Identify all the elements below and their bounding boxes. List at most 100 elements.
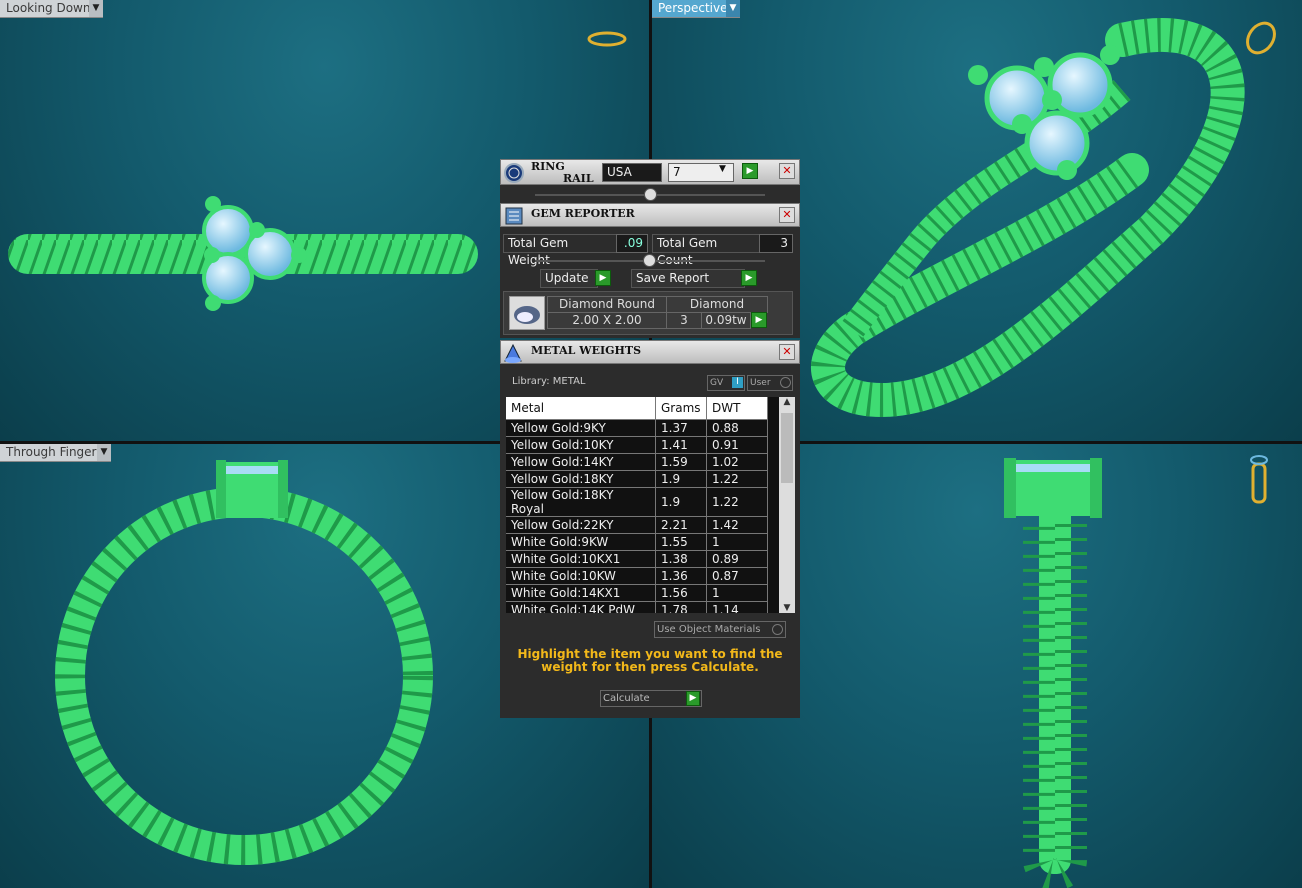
diamond-thumbnail	[509, 296, 545, 330]
total-gem-count-value: 3	[759, 234, 793, 253]
metal-name: Yellow Gold:18KY	[506, 470, 656, 488]
calculate-go-icon[interactable]: ▶	[686, 691, 700, 706]
gv-toggle-indicator: I	[732, 377, 743, 388]
calculate-hint: Highlight the item you want to find the …	[517, 647, 783, 674]
metal-dwt: 1.14	[706, 601, 768, 613]
close-icon[interactable]: ✕	[779, 163, 795, 179]
diamond-icon	[514, 306, 540, 324]
ring-size-value: 7	[673, 165, 681, 179]
metal-grams: 1.41	[655, 436, 707, 454]
metal-dwt: 1.22	[706, 470, 768, 488]
user-toggle-indicator	[780, 377, 791, 388]
user-toggle[interactable]: User	[747, 375, 793, 391]
viewport-label[interactable]: Looking Down	[0, 0, 98, 18]
scroll-up-icon[interactable]: ▲	[779, 397, 795, 407]
use-object-materials-label: Use Object Materials	[657, 624, 761, 635]
gem-reporter-icon	[505, 207, 523, 225]
table-row[interactable]: White Gold:10KW 1.36 0.87	[506, 567, 768, 585]
table-row[interactable]: Yellow Gold:18KY 1.9 1.22	[506, 470, 768, 488]
metal-table: Metal Grams DWT Yellow Gold:9KY 1.37 0.88 Y…	[506, 397, 768, 613]
metal-dwt: 0.91	[706, 436, 768, 454]
metal-name: Yellow Gold:10KY	[506, 436, 656, 454]
save-report-go-icon[interactable]: ▶	[741, 270, 757, 286]
gem-select-button[interactable]: ▶	[751, 312, 767, 328]
table-row[interactable]: White Gold:14K PdW 1.78 1.14	[506, 601, 768, 613]
total-gem-weight-label: Total Gem Weight	[503, 234, 617, 267]
table-row[interactable]: Yellow Gold:22KY 2.21 1.42	[506, 516, 768, 534]
user-label: User	[750, 378, 771, 388]
chevron-down-icon[interactable]: ▼	[719, 164, 726, 174]
save-report-label: Save Report	[636, 271, 710, 285]
metal-table-scrollbar[interactable]: ▲ ▼	[779, 397, 795, 613]
use-object-materials-toggle[interactable]: Use Object Materials	[654, 621, 786, 638]
update-button[interactable]: Update	[540, 269, 598, 288]
library-label: Library: METAL	[512, 376, 586, 387]
viewport-label[interactable]: Through Finger	[0, 444, 104, 462]
use-object-materials-indicator	[772, 624, 783, 635]
metal-name: White Gold:10KX1	[506, 550, 656, 568]
size-system-field[interactable]: USA	[602, 163, 662, 182]
scroll-thumb[interactable]	[781, 413, 793, 483]
table-row[interactable]: Yellow Gold:10KY 1.41 0.91	[506, 436, 768, 454]
scroll-down-icon[interactable]: ▼	[779, 603, 795, 613]
metal-name: White Gold:9KW	[506, 533, 656, 551]
table-row[interactable]: White Gold:9KW 1.55 1	[506, 533, 768, 551]
metal-table-header: Metal Grams DWT	[506, 397, 768, 420]
metal-name: White Gold:14KX1	[506, 584, 656, 602]
gv-toggle[interactable]: GV I	[707, 375, 745, 391]
metal-grams: 1.37	[655, 419, 707, 437]
metal-grams: 1.9	[655, 487, 707, 517]
metal-dwt: 1.02	[706, 453, 768, 471]
metal-grams: 1.9	[655, 470, 707, 488]
metal-grams: 1.78	[655, 601, 707, 613]
metal-dwt: 1.22	[706, 487, 768, 517]
table-row[interactable]: White Gold:10KX1 1.38 0.89	[506, 550, 768, 568]
gem-count: 3	[666, 312, 702, 329]
metal-weights-icon	[504, 343, 522, 363]
gv-label: GV	[710, 378, 724, 388]
table-row[interactable]: Yellow Gold:9KY 1.37 0.88	[506, 419, 768, 437]
metal-name: Yellow Gold:14KY	[506, 453, 656, 471]
chevron-down-icon[interactable]: ▼	[89, 0, 103, 18]
metal-weights-panel: METAL WEIGHTS ✕ Library: METAL GV I User…	[500, 340, 800, 718]
save-report-button[interactable]: Save Report	[631, 269, 745, 288]
column-header-dwt[interactable]: DWT	[706, 397, 768, 420]
calculate-button[interactable]: Calculate ▶	[600, 690, 702, 707]
metal-dwt: 1	[706, 533, 768, 551]
metal-grams: 1.59	[655, 453, 707, 471]
metal-dwt: 0.88	[706, 419, 768, 437]
table-row[interactable]: Yellow Gold:14KY 1.59 1.02	[506, 453, 768, 471]
gem-slider-handle[interactable]	[643, 254, 656, 267]
metal-table-body: Yellow Gold:9KY 1.37 0.88 Yellow Gold:10KY 1…	[506, 419, 768, 613]
column-header-metal[interactable]: Metal	[506, 397, 656, 420]
metal-grams: 1.36	[655, 567, 707, 585]
metal-table-container[interactable]: Metal Grams DWT Yellow Gold:9KY 1.37 0.88 Y…	[506, 397, 779, 613]
ring-rail-title-2: RAIL	[563, 172, 594, 185]
total-gem-count-label: Total Gem Count	[652, 234, 760, 267]
close-icon[interactable]: ✕	[779, 207, 795, 223]
metal-weights-title: METAL WEIGHTS	[531, 344, 642, 357]
ring-rail-panel: RING RAIL USA 7 ▼ ▶ ✕	[500, 159, 800, 203]
gem-reporter-header: GEM REPORTER ✕	[500, 203, 800, 227]
table-row[interactable]: White Gold:14KX1 1.56 1	[506, 584, 768, 602]
chevron-down-icon[interactable]: ▼	[726, 0, 740, 18]
ring-rail-title-1: RING	[531, 160, 565, 173]
chevron-down-icon[interactable]: ▼	[97, 444, 111, 462]
viewport-label[interactable]: Perspective	[652, 0, 735, 18]
close-icon[interactable]: ✕	[779, 344, 795, 360]
gem-material: Diamond	[666, 296, 768, 313]
table-row[interactable]: Yellow Gold:18KY Royal 1.9 1.22	[506, 487, 768, 517]
total-gem-weight-value: .09	[616, 234, 648, 253]
rail-slider-handle[interactable]	[644, 188, 657, 201]
column-header-grams[interactable]: Grams	[655, 397, 707, 420]
update-button-label: Update	[545, 271, 589, 285]
metal-grams: 2.21	[655, 516, 707, 534]
update-go-icon[interactable]: ▶	[595, 270, 611, 286]
metal-weights-header: METAL WEIGHTS ✕	[500, 340, 800, 364]
metal-name: White Gold:10KW	[506, 567, 656, 585]
gem-list-item[interactable]: Diamond Round Diamond 2.00 X 2.00 3 0.09…	[503, 291, 793, 335]
gem-weight: 0.09tw	[701, 312, 751, 329]
metal-name: Yellow Gold:18KY Royal	[506, 487, 656, 517]
apply-size-button[interactable]: ▶	[742, 163, 758, 179]
calculate-label: Calculate	[603, 693, 650, 704]
